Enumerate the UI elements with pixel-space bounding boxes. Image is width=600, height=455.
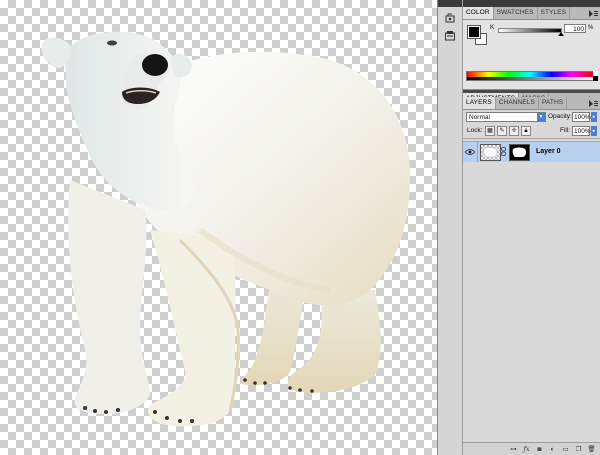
- layers-footer-toolbar: ⊶ ƒx ◙ ◐ ▭ ❐ 🗑︎: [463, 442, 600, 455]
- opacity-label: Opacity:: [548, 113, 572, 120]
- tab-swatches[interactable]: SWATCHES: [494, 7, 538, 19]
- panel-dock: COLOR SWATCHES STYLES K 100 % ADJUSTMENT…: [463, 0, 600, 455]
- trash-icon[interactable]: 🗑︎: [587, 445, 596, 454]
- fill-label: Fill:: [560, 127, 571, 134]
- fill-dropdown-icon[interactable]: ▸: [591, 126, 597, 136]
- k-unit-label: %: [588, 25, 594, 31]
- tab-channels[interactable]: CHANNELS: [496, 97, 539, 109]
- k-value-field[interactable]: 100: [564, 24, 586, 33]
- foreground-color-swatch[interactable]: [467, 25, 481, 39]
- new-group-icon[interactable]: ▭: [561, 445, 570, 454]
- document-canvas[interactable]: [0, 0, 437, 455]
- add-mask-icon[interactable]: ◙: [535, 445, 544, 454]
- color-panel: K 100 %: [463, 20, 600, 90]
- layer-thumbnail[interactable]: [480, 144, 501, 161]
- adjustment-layer-icon[interactable]: ◐: [548, 445, 557, 454]
- visibility-eye-icon[interactable]: [463, 142, 478, 162]
- lock-all-icon[interactable]: 🔒︎: [521, 126, 531, 136]
- lock-fill-row: Lock: ▦ ✎ ✛ 🔒︎ Fill: 100% ▸: [463, 124, 600, 139]
- blend-opacity-row: Normal ▼ Opacity: 100% ▸: [463, 110, 600, 124]
- mask-link-icon[interactable]: [501, 147, 506, 158]
- layer-name[interactable]: Layer 0: [536, 142, 561, 162]
- layers-list-empty-area: [463, 162, 600, 442]
- k-slider-label: K: [490, 24, 495, 31]
- layers-menu-icon[interactable]: [588, 99, 598, 107]
- fx-icon[interactable]: ƒx: [522, 445, 531, 454]
- opacity-field[interactable]: 100%: [572, 112, 591, 122]
- link-layers-icon[interactable]: ⊶: [509, 445, 518, 454]
- lock-label: Lock:: [467, 127, 483, 134]
- history-icon[interactable]: [442, 11, 458, 25]
- actions-icon[interactable]: [442, 29, 458, 43]
- fill-field[interactable]: 100%: [572, 126, 591, 136]
- black-white-ramp-swatch[interactable]: [593, 71, 598, 81]
- panel-menu-icon[interactable]: [588, 9, 598, 17]
- lock-transparent-icon[interactable]: ▦: [485, 126, 495, 136]
- chevron-down-icon: ▼: [537, 113, 545, 121]
- color-spectrum-ramp[interactable]: [466, 71, 594, 81]
- tab-color[interactable]: COLOR: [463, 7, 494, 19]
- tab-styles[interactable]: STYLES: [538, 7, 571, 19]
- lock-buttons: ▦ ✎ ✛ 🔒︎: [485, 126, 531, 136]
- tab-paths[interactable]: PATHS: [539, 97, 568, 109]
- layers-panel: LAYERS CHANNELS PATHS Normal ▼ Opacity: …: [463, 97, 600, 455]
- opacity-dropdown-icon[interactable]: ▸: [591, 112, 597, 122]
- panel-strip-grip[interactable]: [438, 0, 462, 7]
- layer-row[interactable]: Layer 0: [463, 141, 600, 163]
- collapsed-panel-strip: [437, 0, 463, 455]
- layer-mask-thumbnail[interactable]: [509, 144, 530, 161]
- layers-panel-tabs: LAYERS CHANNELS PATHS: [463, 97, 600, 110]
- polar-bear-image: [41, 31, 410, 427]
- new-layer-icon[interactable]: ❐: [574, 445, 583, 454]
- blend-mode-value: Normal: [469, 114, 490, 121]
- k-slider-track[interactable]: [498, 28, 562, 33]
- blend-mode-select[interactable]: Normal ▼: [466, 112, 546, 122]
- color-panel-tabs: COLOR SWATCHES STYLES: [463, 7, 600, 20]
- lock-position-icon[interactable]: ✛: [509, 126, 519, 136]
- dock-top-bar[interactable]: [463, 0, 600, 7]
- lock-image-icon[interactable]: ✎: [497, 126, 507, 136]
- tab-layers[interactable]: LAYERS: [463, 97, 496, 109]
